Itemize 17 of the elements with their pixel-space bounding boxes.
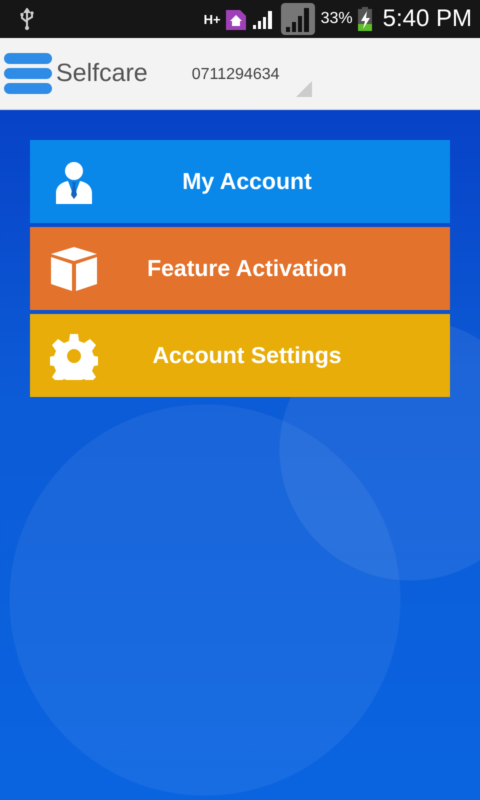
account-number-dropdown[interactable]: 0711294634 [190,50,314,96]
battery-charging-icon [358,7,372,31]
person-icon [54,160,94,204]
clock-time: 5:40 PM [382,5,472,33]
home-icon [226,8,246,30]
signal-icon [250,8,275,30]
menu-button[interactable]: My Account [30,140,450,223]
usb-icon [20,8,34,30]
dropdown-corner-icon [296,80,312,96]
network-type-indicator: H+ [204,12,221,26]
app-title: Selfcare [56,59,148,88]
menu-button[interactable]: Account Settings [30,314,450,397]
box-icon [49,246,99,292]
menu-button[interactable]: Feature Activation [30,227,450,310]
gear-icon [50,332,98,380]
battery-percentage: 33% [320,10,353,28]
menu-icon[interactable] [4,52,52,94]
